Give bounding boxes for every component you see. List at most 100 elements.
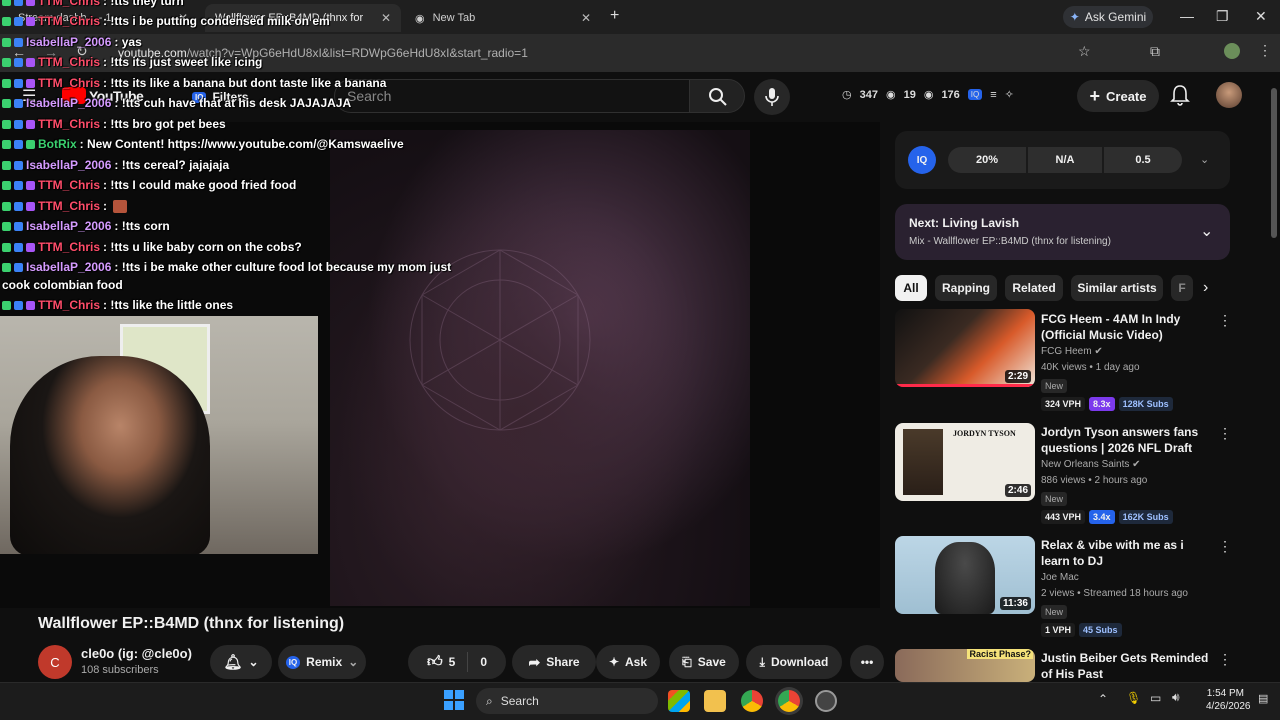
chrome-icon[interactable] (741, 690, 763, 712)
search-input[interactable]: Search (334, 79, 690, 113)
restore-icon[interactable]: ❐ (1216, 8, 1229, 25)
video-thumbnail[interactable]: 2:29 (895, 309, 1035, 387)
tab-label: New Tab (432, 12, 476, 24)
new-tab-icon[interactable]: + (610, 7, 619, 25)
chevron-up-icon[interactable]: ⌃ (1098, 692, 1108, 706)
iq-icon[interactable]: IQ (967, 89, 983, 100)
notifications-bell-icon[interactable] (1170, 84, 1190, 106)
tab-new-tab[interactable]: ◉ New Tab ✕ (405, 4, 601, 32)
video-title: Wallflower EP::B4MD (thnx for listening) (38, 615, 345, 632)
chat-message: IsabellaP_2006: !tts cereal? jajajaja (2, 158, 229, 172)
bookmark-icon[interactable]: ☆ (1078, 43, 1091, 60)
channel-name[interactable]: FCG Heem ✔ (1041, 346, 1103, 357)
like-button[interactable]: 👍︎ 5 (427, 653, 455, 671)
emote-image (113, 199, 128, 213)
windows-start-icon[interactable] (444, 690, 464, 710)
close-icon[interactable]: ✕ (381, 11, 391, 25)
video-title[interactable]: FCG Heem - 4AM In Indy (Official Music V… (1041, 311, 1211, 343)
create-button[interactable]: + Create (1077, 80, 1159, 112)
eye-icon: ◉ (885, 89, 896, 101)
chip-related[interactable]: Related (1005, 275, 1063, 301)
extension-stats: ◷ 347 ◉ 19 ◉ 176 IQ ≡ ✧ (842, 88, 1014, 102)
webcam-overlay (0, 316, 318, 554)
video-title[interactable]: Justin Beiber Gets Reminded of His Past (1041, 650, 1211, 682)
search-button[interactable] (689, 79, 745, 113)
chat-message: TTM_Chris: (2, 199, 128, 213)
chrome-icon: ◉ (415, 12, 425, 25)
more-icon[interactable]: ⋮ (1218, 312, 1232, 329)
remix-button[interactable]: IQ Remix ⌄ (278, 645, 366, 679)
menu-icon[interactable]: ⋮ (1258, 42, 1272, 59)
chevron-right-icon[interactable]: › (1203, 279, 1208, 297)
plus-icon: + (1089, 85, 1101, 106)
chat-message: IsabellaP_2006: !tts cuh have that at hi… (2, 96, 351, 110)
thumbs-up-icon: 👍︎ (426, 653, 443, 670)
microphone-tray-icon[interactable]: 🎙︎ (1126, 691, 1141, 705)
new-badge: New (1041, 379, 1068, 393)
puzzle-icon[interactable]: ✧ (1005, 88, 1014, 101)
channel-avatar[interactable]: C (38, 645, 72, 679)
clock-icon: ◷ (842, 89, 852, 101)
taskbar-clock[interactable]: 1:54 PM 4/26/2026 (1206, 687, 1251, 713)
vph-stats: 443 VPH 3.4x 162K Subs (1041, 510, 1173, 524)
video-title[interactable]: Relax & vibe with me as i learn to DJ (1041, 537, 1211, 569)
chip-f[interactable]: F (1171, 275, 1193, 301)
video-thumbnail[interactable]: JORDYN TYSON 2:46 (895, 423, 1035, 501)
taskbar-search[interactable]: ⌕ Search (476, 688, 658, 714)
video-thumbnail[interactable]: 11:36 (895, 536, 1035, 614)
store-icon[interactable] (668, 690, 690, 712)
chrome-active-icon[interactable] (778, 690, 800, 712)
close-window-icon[interactable]: ✕ (1255, 8, 1267, 25)
account-avatar[interactable] (1216, 82, 1242, 108)
channel-name[interactable]: Joe Mac (1041, 572, 1079, 583)
video-meta: 40K views • 1 day ago (1041, 362, 1140, 373)
volume-icon[interactable]: 🔊︎ (1172, 690, 1180, 705)
iq-icon: IQ (285, 655, 301, 669)
more-icon[interactable]: ⋮ (1218, 538, 1232, 555)
up-next-panel[interactable] (895, 204, 1230, 260)
search-icon: ⌕ (486, 693, 493, 708)
chip-rapping[interactable]: Rapping (935, 275, 997, 301)
share-button[interactable]: ➦ Share (512, 645, 596, 679)
more-icon[interactable]: ⋮ (1218, 425, 1232, 442)
chat-message: TTM_Chris: !tts its like a banana but do… (2, 76, 386, 90)
app-icon[interactable] (815, 690, 837, 712)
close-icon[interactable]: ✕ (581, 11, 591, 25)
duration-badge: 2:46 (1004, 484, 1031, 497)
dislike-button[interactable]: 0 (480, 655, 487, 669)
streamer-person (10, 356, 210, 554)
extensions-icon[interactable]: ⧉ (1150, 43, 1160, 60)
chevron-down-icon[interactable]: ⌄ (1200, 221, 1213, 241)
list-icon[interactable]: ≡ (990, 89, 996, 101)
notifications-icon[interactable]: ▤ (1258, 692, 1268, 705)
chevron-down-icon[interactable]: ⌄ (1200, 153, 1209, 166)
video-frame-artwork (330, 130, 750, 606)
chat-message: BotRix: New Content! https://www.youtube… (2, 137, 404, 151)
video-thumbnail[interactable]: Racist Phase? (895, 649, 1035, 682)
video-meta: 2 views • Streamed 18 hours ago (1041, 588, 1188, 599)
save-button[interactable]: ⎗ Save (669, 645, 739, 679)
network-icon[interactable]: ▭ (1150, 691, 1161, 705)
gemini-icon: ✦ (1069, 10, 1080, 24)
more-icon[interactable]: ⋮ (1218, 651, 1232, 668)
more-actions-button[interactable]: ••• (850, 645, 884, 679)
subscribe-bell-button[interactable]: 🔔︎ ⌄ (210, 645, 272, 679)
voice-search-button[interactable] (754, 79, 790, 115)
profile-icon[interactable] (1224, 43, 1240, 59)
vph-stats: 324 VPH 8.3x 128K Subs (1041, 397, 1173, 411)
minimize-icon[interactable]: — (1180, 8, 1194, 24)
chip-similar-artists[interactable]: Similar artists (1071, 275, 1163, 301)
chat-message-continued: cook colombian food (2, 278, 123, 292)
sparkle-icon: ✦ (608, 655, 620, 669)
download-button[interactable]: ⤓ Download (746, 645, 842, 679)
video-title[interactable]: Jordyn Tyson answers fans questions | 20… (1041, 424, 1211, 456)
file-explorer-icon[interactable] (704, 690, 726, 712)
scrollbar-thumb[interactable] (1271, 88, 1277, 238)
channel-name[interactable]: cle0o (ig: @cle0o) (81, 646, 192, 661)
like-dislike-group: 👍︎ 5 0 (408, 645, 506, 679)
channel-name[interactable]: New Orleans Saints ✔ (1041, 459, 1141, 470)
ask-gemini-button[interactable]: ✦ Ask Gemini (1063, 6, 1153, 28)
ask-button[interactable]: ✦ Ask (596, 645, 660, 679)
chip-all[interactable]: All (895, 275, 927, 301)
new-badge: New (1041, 492, 1068, 506)
